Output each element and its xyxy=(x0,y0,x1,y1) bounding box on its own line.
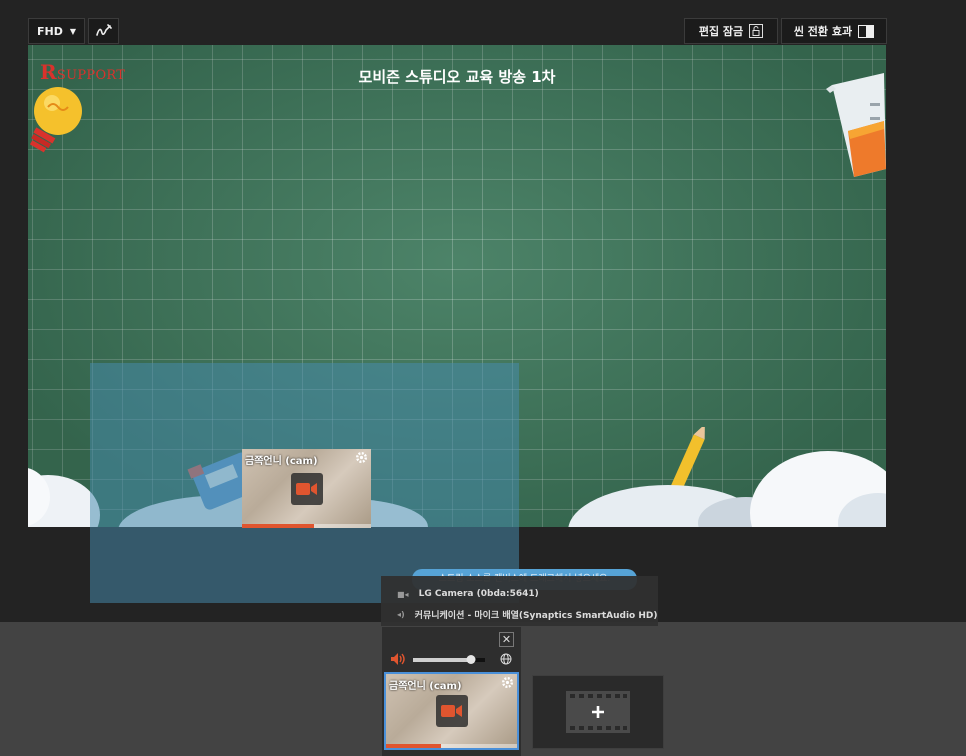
globe-icon[interactable] xyxy=(500,653,512,665)
source-card[interactable]: ✕ 금쪽언니 (cam) xyxy=(382,627,521,756)
stage-title: 모비즌 스튜디오 교육 방송 1차 xyxy=(358,68,556,86)
volume-slider[interactable] xyxy=(413,655,485,664)
unlock-icon xyxy=(749,24,764,38)
speaker-icon[interactable] xyxy=(390,652,406,666)
source-label: LG Camera (0bda:5641) xyxy=(418,589,539,599)
chevron-down-icon: ▼ xyxy=(69,26,76,36)
lightbulb-icon xyxy=(29,87,82,153)
source-menu-item-camera[interactable]: ■◂ LG Camera (0bda:5641) xyxy=(397,585,539,603)
pen-icon xyxy=(95,24,112,36)
cam-source-label: 금쪽언니 (cam) xyxy=(245,456,318,467)
edit-lock-button[interactable]: 편집 잠금 xyxy=(684,18,778,44)
cam-level-bar xyxy=(386,744,517,748)
camera-placeholder xyxy=(290,472,323,505)
source-label: 커뮤니케이션 - 마이크 배열(Synaptics SmartAudio HD) xyxy=(414,610,658,621)
camera-icon: ■◂ xyxy=(397,589,409,599)
close-button[interactable]: ✕ xyxy=(499,632,514,647)
cam-source-label: 금쪽언니 (cam) xyxy=(389,681,462,692)
edit-lock-label: 편집 잠금 xyxy=(698,25,744,38)
add-film-icon xyxy=(566,691,630,733)
gear-icon[interactable] xyxy=(501,676,514,689)
source-menu: ■◂ LG Camera (0bda:5641) ◂) 커뮤니케이션 - 마이크… xyxy=(381,576,658,626)
resolution-value: FHD xyxy=(36,24,63,38)
cam-level-bar xyxy=(242,524,371,528)
beaker-icon xyxy=(826,73,886,177)
add-source-button[interactable] xyxy=(532,675,664,749)
scene-transition-button[interactable]: 씬 전환 효과 xyxy=(781,18,887,44)
scene-transition-label: 씬 전환 효과 xyxy=(793,25,853,38)
pen-tool-button[interactable] xyxy=(88,18,119,44)
stage-cam-source[interactable]: 금쪽언니 (cam) xyxy=(242,449,371,528)
gear-icon[interactable] xyxy=(355,451,368,464)
resolution-dropdown[interactable]: FHD ▼ xyxy=(28,18,85,44)
dock-cam-source[interactable]: 금쪽언니 (cam) xyxy=(384,672,519,750)
volume-knob[interactable] xyxy=(466,655,476,664)
video-camera-icon xyxy=(295,482,317,495)
camera-placeholder xyxy=(435,695,468,727)
video-camera-icon xyxy=(440,705,462,717)
source-menu-item-microphone[interactable]: ◂) 커뮤니케이션 - 마이크 배열(Synaptics SmartAudio … xyxy=(397,605,658,623)
transition-toggle[interactable] xyxy=(858,24,875,38)
speaker-icon: ◂) xyxy=(397,609,405,619)
